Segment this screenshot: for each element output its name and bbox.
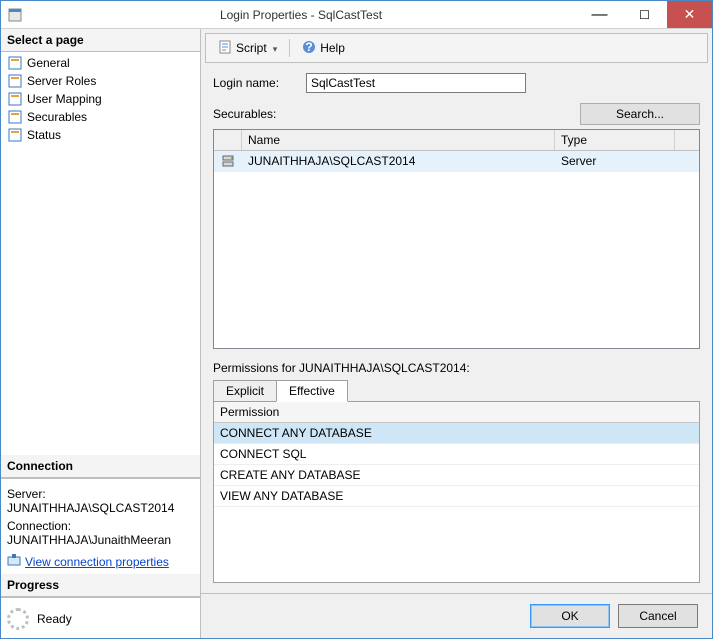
page-icon	[7, 73, 23, 89]
page-icon	[7, 91, 23, 107]
window-title: Login Properties - SqlCastTest	[25, 8, 577, 22]
permission-row[interactable]: CONNECT SQL	[214, 444, 699, 465]
server-icon	[214, 151, 242, 171]
chevron-down-icon[interactable]	[271, 41, 278, 55]
progress-block: Ready	[1, 597, 200, 638]
close-button[interactable]: ✕	[667, 1, 712, 28]
securable-type: Server	[555, 151, 675, 171]
tab-explicit[interactable]: Explicit	[213, 380, 277, 402]
connection-block: Server: JUNAITHHAJA\SQLCAST2014 Connecti…	[1, 478, 200, 574]
page-icon	[7, 55, 23, 71]
select-page-header: Select a page	[1, 29, 200, 52]
page-label: General	[27, 56, 70, 70]
permission-row[interactable]: CREATE ANY DATABASE	[214, 465, 699, 486]
permission-column-header[interactable]: Permission	[214, 402, 699, 423]
securable-row[interactable]: JUNAITHHAJA\SQLCAST2014 Server	[214, 151, 699, 172]
page-item-status[interactable]: Status	[1, 126, 200, 144]
page-item-securables[interactable]: Securables	[1, 108, 200, 126]
page-icon	[7, 127, 23, 143]
page-label: Server Roles	[27, 74, 96, 88]
permissions-tabs: Explicit Effective Permission CONNECT AN…	[213, 379, 700, 583]
page-list: General Server Roles User Mapping Secura…	[1, 52, 200, 146]
connection-value: JUNAITHHAJA\JunaithMeeran	[7, 533, 194, 547]
window-buttons: — ☐ ✕	[577, 1, 712, 28]
permission-row[interactable]: CONNECT ANY DATABASE	[214, 423, 699, 444]
left-panel: Select a page General Server Roles User …	[1, 29, 201, 638]
script-label: Script	[236, 41, 267, 55]
permissions-for-label: Permissions for JUNAITHHAJA\SQLCAST2014:	[213, 361, 700, 375]
grid-header-type[interactable]: Type	[555, 130, 675, 150]
securables-grid[interactable]: Name Type JUNAITHHAJA\SQLCAST2014 Server	[213, 129, 700, 349]
titlebar: Login Properties - SqlCastTest — ☐ ✕	[1, 1, 712, 29]
page-label: User Mapping	[27, 92, 102, 106]
permission-list[interactable]: CONNECT ANY DATABASE CONNECT SQL CREATE …	[214, 423, 699, 582]
permission-row[interactable]: VIEW ANY DATABASE	[214, 486, 699, 507]
server-value: JUNAITHHAJA\SQLCAST2014	[7, 501, 194, 515]
progress-header: Progress	[1, 574, 200, 597]
minimize-button[interactable]: —	[577, 1, 622, 28]
maximize-button[interactable]: ☐	[622, 1, 667, 28]
help-button[interactable]: ? Help	[298, 38, 349, 59]
progress-spinner-icon	[7, 608, 29, 630]
securables-label: Securables:	[213, 107, 276, 121]
dialog-footer: OK Cancel	[201, 593, 712, 638]
svg-text:?: ?	[306, 40, 313, 54]
connection-label: Connection:	[7, 519, 194, 533]
page-label: Status	[27, 128, 61, 142]
help-icon: ?	[302, 40, 316, 57]
tab-effective[interactable]: Effective	[276, 380, 348, 402]
window-icon	[1, 8, 25, 22]
right-panel: Script ? Help Login name: Securables: Se…	[201, 29, 712, 638]
help-label: Help	[320, 41, 345, 55]
script-icon	[218, 40, 232, 57]
grid-header-name[interactable]: Name	[242, 130, 555, 150]
search-button[interactable]: Search...	[580, 103, 700, 125]
toolbar: Script ? Help	[205, 33, 708, 63]
login-name-input[interactable]	[306, 73, 526, 93]
grid-header-spacer	[675, 130, 699, 150]
securable-name: JUNAITHHAJA\SQLCAST2014	[242, 151, 555, 171]
page-item-general[interactable]: General	[1, 54, 200, 72]
page-label: Securables	[27, 110, 87, 124]
server-label: Server:	[7, 487, 194, 501]
connection-icon	[7, 553, 21, 570]
content-area: Login name: Securables: Search... Name T…	[201, 63, 712, 593]
page-item-server-roles[interactable]: Server Roles	[1, 72, 200, 90]
connection-header: Connection	[1, 455, 200, 478]
login-properties-window: Login Properties - SqlCastTest — ☐ ✕ Sel…	[0, 0, 713, 639]
script-button[interactable]: Script	[214, 38, 281, 59]
toolbar-separator	[289, 39, 290, 57]
effective-tab-body: Permission CONNECT ANY DATABASE CONNECT …	[213, 401, 700, 583]
view-connection-properties-link[interactable]: View connection properties	[25, 555, 169, 569]
grid-header-icon	[214, 130, 242, 150]
grid-header-row: Name Type	[214, 130, 699, 151]
progress-status: Ready	[37, 612, 72, 626]
page-icon	[7, 109, 23, 125]
login-name-label: Login name:	[213, 76, 298, 90]
page-item-user-mapping[interactable]: User Mapping	[1, 90, 200, 108]
ok-button[interactable]: OK	[530, 604, 610, 628]
cancel-button[interactable]: Cancel	[618, 604, 698, 628]
